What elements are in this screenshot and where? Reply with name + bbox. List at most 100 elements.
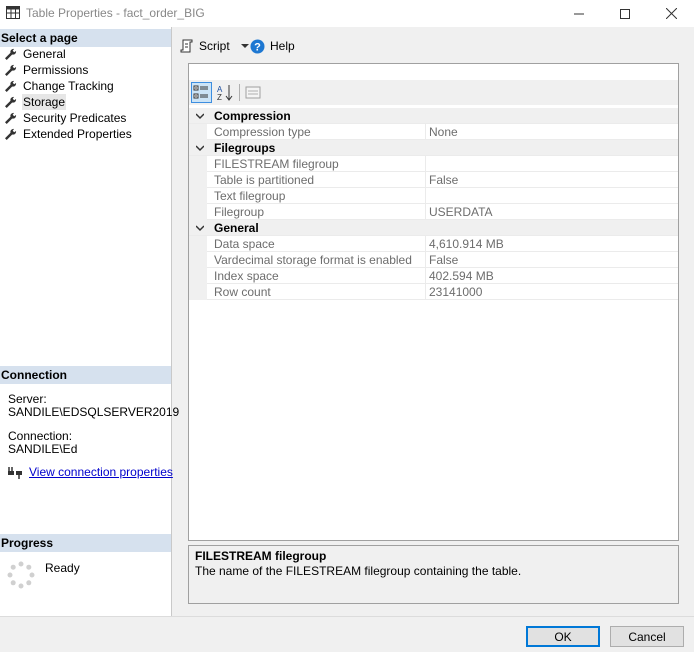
page-item-label: General xyxy=(23,47,66,61)
chevron-down-icon[interactable] xyxy=(240,43,250,49)
window-title: Table Properties - fact_order_BIG xyxy=(26,6,205,20)
page-item-label: Permissions xyxy=(23,63,89,77)
column-splitter[interactable] xyxy=(425,252,426,268)
page-item-label: Extended Properties xyxy=(23,127,132,141)
property-name: Text filegroup xyxy=(214,189,286,203)
property-value[interactable]: USERDATA xyxy=(429,205,493,219)
page-item-storage[interactable]: Storage xyxy=(4,94,67,110)
property-value[interactable]: False xyxy=(429,173,458,187)
ok-button[interactable]: OK xyxy=(526,626,600,647)
property-row[interactable]: Vardecimal storage format is enabled Fals… xyxy=(189,252,678,268)
help-button[interactable]: ? Help xyxy=(250,37,295,55)
wrench-icon xyxy=(5,128,17,140)
chevron-down-icon[interactable] xyxy=(196,224,204,232)
row-gutter xyxy=(189,156,207,172)
connection-value: SANDILE\Ed xyxy=(8,442,78,456)
property-value[interactable]: False xyxy=(429,253,458,267)
progress-header: Progress xyxy=(0,534,171,552)
property-value[interactable]: 4,610.914 MB xyxy=(429,237,504,251)
progress-spinner-icon xyxy=(7,561,35,589)
property-row[interactable]: Text filegroup xyxy=(189,188,678,204)
property-row[interactable]: Index space 402.594 MB xyxy=(189,268,678,284)
alphabetical-sort-button[interactable]: A Z xyxy=(214,82,235,103)
toolbar-divider xyxy=(239,84,240,101)
column-splitter[interactable] xyxy=(425,284,426,300)
row-gutter xyxy=(189,188,207,204)
column-splitter[interactable] xyxy=(425,188,426,204)
property-pages-button[interactable] xyxy=(243,82,264,103)
help-label: Help xyxy=(270,39,295,53)
connection-header: Connection xyxy=(0,366,171,384)
row-gutter xyxy=(189,268,207,284)
column-splitter[interactable] xyxy=(425,172,426,188)
page-item-label: Security Predicates xyxy=(23,111,127,125)
property-row[interactable]: Table is partitioned False xyxy=(189,172,678,188)
category-label: Filegroups xyxy=(214,141,276,155)
property-row[interactable]: Data space 4,610.914 MB xyxy=(189,236,678,252)
script-icon xyxy=(180,39,193,53)
category-general[interactable]: General xyxy=(189,220,678,236)
property-row[interactable]: Row count 23141000 xyxy=(189,284,678,300)
property-row[interactable]: FILESTREAM filegroup xyxy=(189,156,678,172)
close-icon xyxy=(665,8,677,19)
wrench-icon xyxy=(5,112,17,124)
cancel-button[interactable]: Cancel xyxy=(610,626,684,647)
category-filegroups[interactable]: Filegroups xyxy=(189,140,678,156)
page-item-security-predicates[interactable]: Security Predicates xyxy=(4,110,127,126)
chevron-down-icon[interactable] xyxy=(196,144,204,152)
chevron-down-icon[interactable] xyxy=(196,112,204,120)
property-row[interactable]: Compression type None xyxy=(189,124,678,140)
server-value: SANDILE\EDSQLSERVER2019 xyxy=(8,405,180,419)
view-connection-properties-link[interactable]: View connection properties xyxy=(29,465,173,479)
column-splitter[interactable] xyxy=(425,156,426,172)
script-button[interactable]: Script xyxy=(180,37,250,55)
categorized-button[interactable] xyxy=(191,82,212,103)
svg-text:Z: Z xyxy=(217,93,222,102)
page-item-permissions[interactable]: Permissions xyxy=(4,62,89,78)
column-splitter[interactable] xyxy=(425,268,426,284)
row-gutter xyxy=(189,252,207,268)
description-text: The name of the FILESTREAM filegroup con… xyxy=(195,564,522,578)
property-name: Data space xyxy=(214,237,275,251)
page-item-general[interactable]: General xyxy=(4,46,67,62)
page-item-label: Storage xyxy=(22,94,67,110)
property-name: FILESTREAM filegroup xyxy=(214,157,339,171)
connection-label: Connection: xyxy=(8,429,73,443)
row-gutter xyxy=(189,204,207,220)
property-name: Filegroup xyxy=(214,205,265,219)
maximize-button[interactable] xyxy=(602,0,648,27)
script-label: Script xyxy=(199,39,230,53)
close-button[interactable] xyxy=(648,0,694,27)
property-value[interactable]: None xyxy=(429,125,458,139)
property-value[interactable]: 23141000 xyxy=(429,285,482,299)
row-gutter xyxy=(189,284,207,300)
row-gutter xyxy=(189,124,207,140)
categorized-icon xyxy=(193,85,208,99)
title-bar: Table Properties - fact_order_BIG xyxy=(0,0,694,27)
table-icon xyxy=(6,6,20,19)
property-name: Row count xyxy=(214,285,271,299)
column-splitter[interactable] xyxy=(425,204,426,220)
wrench-icon xyxy=(5,80,17,92)
help-icon: ? xyxy=(250,39,265,53)
page-item-label: Change Tracking xyxy=(23,79,114,93)
minimize-button[interactable] xyxy=(556,0,602,27)
page-item-extended-properties[interactable]: Extended Properties xyxy=(4,126,133,142)
maximize-icon xyxy=(620,8,630,19)
category-compression[interactable]: Compression xyxy=(189,108,678,124)
row-gutter xyxy=(189,172,207,188)
property-name: Vardecimal storage format is enabled xyxy=(214,253,412,267)
row-gutter xyxy=(189,236,207,252)
sort-az-icon: A Z xyxy=(217,85,233,102)
property-name: Table is partitioned xyxy=(214,173,315,187)
column-splitter[interactable] xyxy=(425,124,426,140)
property-row[interactable]: Filegroup USERDATA xyxy=(189,204,678,220)
svg-text:?: ? xyxy=(254,41,261,53)
property-name: Index space xyxy=(214,269,279,283)
property-value[interactable]: 402.594 MB xyxy=(429,269,494,283)
property-name: Compression type xyxy=(214,125,311,139)
category-label: General xyxy=(214,221,259,235)
select-page-header: Select a page xyxy=(0,29,171,47)
column-splitter[interactable] xyxy=(425,236,426,252)
page-item-change-tracking[interactable]: Change Tracking xyxy=(4,78,115,94)
